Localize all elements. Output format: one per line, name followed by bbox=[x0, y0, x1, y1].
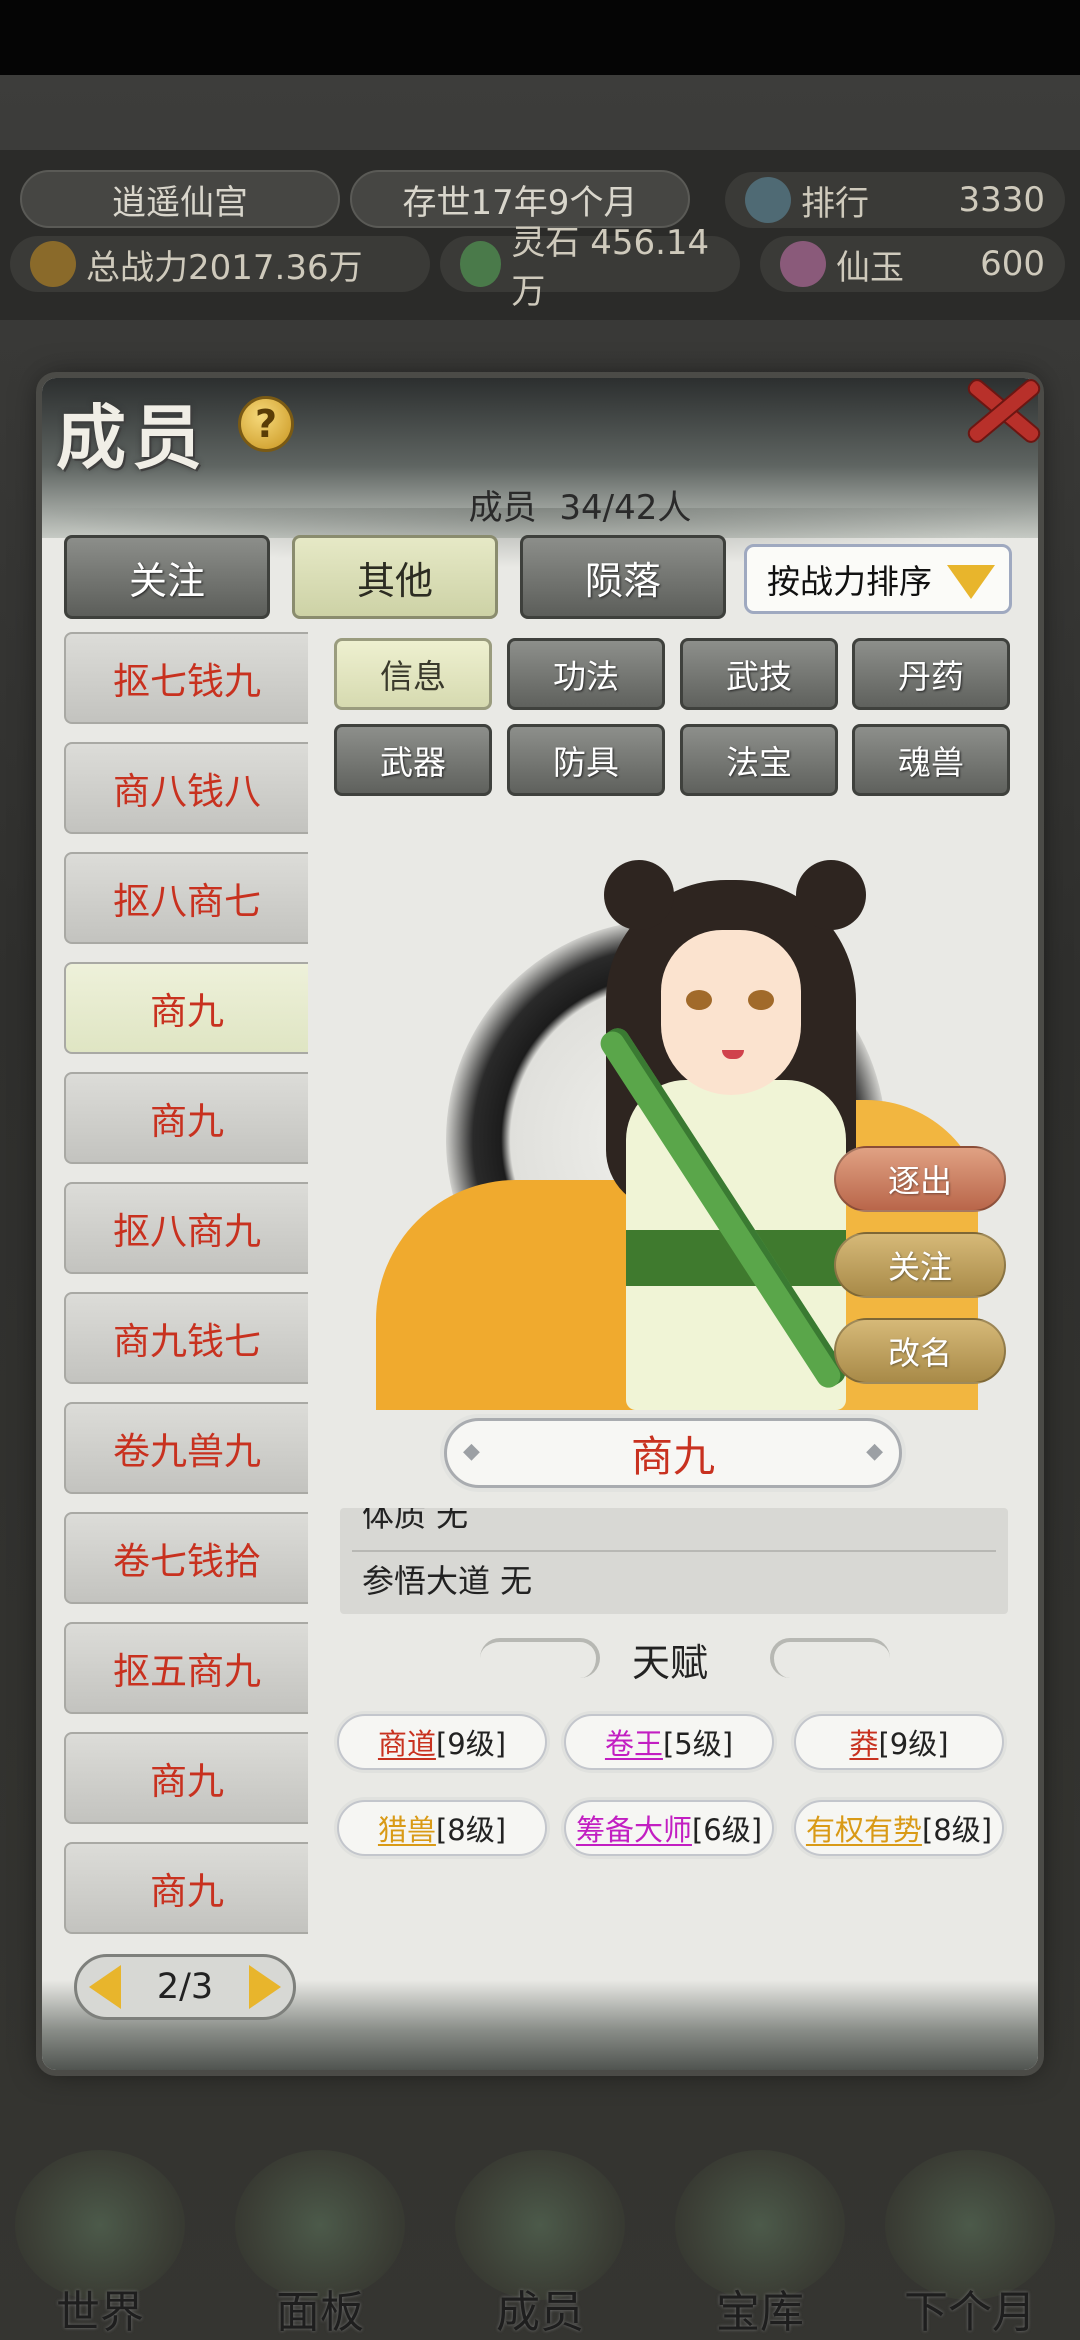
member-count-value: 34/42人 bbox=[559, 488, 692, 528]
subtab-pills[interactable]: 丹药 bbox=[852, 638, 1010, 710]
background-top-bar: 逍遥仙宫 存世17年9个月 排行 3330 总战力2017.36万 灵石 456… bbox=[0, 150, 1080, 320]
talent-name: 卷王 bbox=[604, 1727, 663, 1761]
subtab-skills[interactable]: 功法 bbox=[507, 638, 665, 710]
talent-level: [6级] bbox=[691, 1813, 763, 1847]
info-box[interactable]: 体质 无 参悟大道 无 bbox=[340, 1508, 1008, 1614]
power-text: 总战力2017.36万 bbox=[86, 247, 363, 288]
member-item[interactable]: 抠八商七 bbox=[64, 852, 308, 944]
spirit-stone-text: 灵石 456.14万 bbox=[511, 223, 710, 312]
nav-world-label: 世界 bbox=[56, 2287, 144, 2338]
follow-button[interactable]: 关注 bbox=[834, 1232, 1006, 1298]
power-box: 总战力2017.36万 bbox=[10, 236, 430, 292]
subtab-weapon[interactable]: 武器 bbox=[334, 724, 492, 796]
member-item[interactable]: 商九 bbox=[64, 1842, 308, 1934]
member-item[interactable]: 商八钱八 bbox=[64, 742, 308, 834]
nav-member[interactable]: 成员 bbox=[440, 2130, 640, 2340]
talent-title: 天赋 bbox=[631, 1641, 708, 1685]
talent-badge[interactable]: 有权有势 [8级] bbox=[794, 1800, 1004, 1856]
jade-icon bbox=[780, 241, 826, 287]
portrait-hair-bun bbox=[796, 860, 866, 930]
member-item[interactable]: 商九钱七 bbox=[64, 1292, 308, 1384]
talent-badge[interactable]: 商道 [9级] bbox=[337, 1714, 547, 1770]
next-page-icon[interactable] bbox=[248, 1965, 281, 2009]
help-icon[interactable]: ? bbox=[238, 396, 294, 452]
rank-box: 排行 3330 bbox=[725, 172, 1065, 228]
portrait-hair-bun bbox=[604, 860, 674, 930]
physique-row: 体质 无 bbox=[362, 1508, 469, 1534]
power-icon bbox=[30, 241, 76, 287]
talent-ornament-right bbox=[770, 1638, 890, 1678]
nav-next-month-label: 下个月 bbox=[904, 2287, 1036, 2338]
talent-level: [8级] bbox=[435, 1813, 507, 1847]
portrait-face bbox=[661, 930, 801, 1095]
talent-badge[interactable]: 卷王 [5级] bbox=[564, 1714, 774, 1770]
subtab-armor[interactable]: 防具 bbox=[507, 724, 665, 796]
subtab-soul-beast[interactable]: 魂兽 bbox=[852, 724, 1010, 796]
panel-title-wrap: 成员 ? bbox=[10, 356, 340, 479]
tab-fallen[interactable]: 陨落 bbox=[520, 535, 726, 619]
info-divider bbox=[352, 1550, 996, 1552]
nav-next-month[interactable]: 下个月 bbox=[870, 2130, 1070, 2340]
nav-treasury-label: 宝库 bbox=[716, 2287, 804, 2338]
close-icon[interactable] bbox=[958, 370, 1046, 448]
talent-badge[interactable]: 猎兽 [8级] bbox=[337, 1800, 547, 1856]
nav-member-label: 成员 bbox=[496, 2287, 584, 2338]
subtab-martial[interactable]: 武技 bbox=[680, 638, 838, 710]
rename-button[interactable]: 改名 bbox=[834, 1318, 1006, 1384]
enlightenment-row: 参悟大道 无 bbox=[362, 1562, 533, 1600]
member-item[interactable]: 抠八商九 bbox=[64, 1182, 308, 1274]
spirit-stone-icon bbox=[460, 241, 502, 287]
tab-follow[interactable]: 关注 bbox=[64, 535, 270, 619]
pager: 2/3 bbox=[74, 1954, 296, 2020]
prev-page-icon[interactable] bbox=[89, 1965, 121, 2009]
subtab-artifact[interactable]: 法宝 bbox=[680, 724, 838, 796]
subtab-info[interactable]: 信息 bbox=[334, 638, 492, 710]
sort-select[interactable]: 按战力排序 bbox=[744, 544, 1012, 614]
nav-treasury[interactable]: 宝库 bbox=[660, 2130, 860, 2340]
member-count: 成员 34/42人 bbox=[380, 480, 780, 529]
talent-name: 商道 bbox=[377, 1727, 436, 1761]
talent-level: [8级] bbox=[921, 1813, 993, 1847]
panel-title: 成员 bbox=[56, 396, 208, 479]
sort-label: 按战力排序 bbox=[767, 562, 932, 601]
talent-name: 莽 bbox=[849, 1727, 879, 1761]
nav-panel-label: 面板 bbox=[276, 2287, 364, 2338]
jade-value: 600 bbox=[980, 244, 1045, 284]
nav-panel[interactable]: 面板 bbox=[220, 2130, 420, 2340]
member-item[interactable]: 抠七钱九 bbox=[64, 632, 308, 724]
page-indicator: 2/3 bbox=[156, 1967, 214, 2007]
jade-label: 仙玉 bbox=[836, 247, 904, 288]
chevron-down-icon bbox=[947, 565, 995, 599]
talent-name: 有权有势 bbox=[805, 1813, 922, 1847]
sect-name: 逍遥仙宫 bbox=[20, 170, 340, 228]
portrait-eye bbox=[748, 990, 774, 1010]
rank-label: 排行 bbox=[801, 183, 869, 224]
talent-badge[interactable]: 筹备大师 [6级] bbox=[564, 1800, 774, 1856]
member-item-selected[interactable]: 商九 bbox=[64, 962, 308, 1054]
member-item[interactable]: 卷九兽九 bbox=[64, 1402, 308, 1494]
nav-world[interactable]: 世界 bbox=[0, 2130, 200, 2340]
talent-name: 筹备大师 bbox=[575, 1813, 692, 1847]
status-bar bbox=[0, 0, 1080, 75]
talent-level: [5级] bbox=[662, 1727, 734, 1761]
spirit-stone-box: 灵石 456.14万 bbox=[440, 223, 740, 312]
member-item[interactable]: 抠五商九 bbox=[64, 1622, 308, 1714]
tab-other[interactable]: 其他 bbox=[292, 535, 498, 619]
rank-value: 3330 bbox=[958, 180, 1045, 220]
member-item[interactable]: 商九 bbox=[64, 1072, 308, 1164]
member-count-label: 成员 bbox=[468, 488, 537, 528]
expel-button[interactable]: 逐出 bbox=[834, 1146, 1006, 1212]
talent-name: 猎兽 bbox=[377, 1813, 436, 1847]
talent-level: [9级] bbox=[435, 1727, 507, 1761]
talent-badge[interactable]: 莽 [9级] bbox=[794, 1714, 1004, 1770]
bottom-nav: 世界 面板 成员 宝库 下个月 bbox=[0, 2130, 1080, 2340]
selected-name-plate: 商九 bbox=[444, 1418, 902, 1488]
talent-level: [9级] bbox=[878, 1727, 949, 1761]
jade-box: 仙玉 600 bbox=[760, 236, 1065, 292]
rank-icon bbox=[745, 177, 791, 223]
member-item[interactable]: 商九 bbox=[64, 1732, 308, 1824]
portrait-eye bbox=[686, 990, 712, 1010]
member-item[interactable]: 卷七钱拾 bbox=[64, 1512, 308, 1604]
